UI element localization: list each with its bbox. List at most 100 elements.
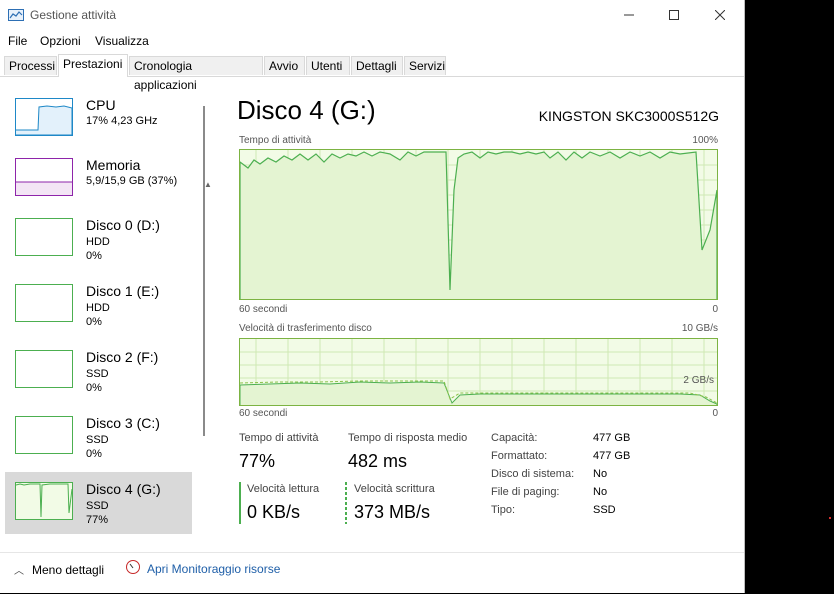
disk-model: KINGSTON SKC3000S512G <box>538 108 719 124</box>
resource-monitor-icon <box>126 560 140 574</box>
read-speed-label: Velocità lettura <box>247 483 320 495</box>
sidebar-item-disk1[interactable]: Disco 1 (E:) HDD 0% <box>5 274 192 336</box>
open-resource-monitor-link[interactable]: Apri Monitoraggio risorse <box>147 562 280 576</box>
scroll-up-arrow-icon[interactable]: ▲ <box>204 180 212 189</box>
tab-performance[interactable]: Prestazioni <box>58 54 128 77</box>
sidebar-item-label: Disco 1 (E:) <box>86 283 160 299</box>
sidebar-item-type: SSD <box>86 368 109 380</box>
prop-type-value: SSD <box>593 504 616 516</box>
disk-thumbnail-graph <box>15 284 73 322</box>
active-time-value: 77% <box>239 451 276 471</box>
sidebar-item-label: Disco 3 (C:) <box>86 415 160 431</box>
resource-monitor-glyph <box>129 563 134 569</box>
sidebar-item-label: CPU <box>86 97 116 113</box>
tab-app-history[interactable]: Cronologia applicazioni <box>129 56 263 92</box>
menu-file[interactable]: File <box>8 34 27 48</box>
chevron-up-icon: ︿ <box>14 566 24 577</box>
sidebar-item-type: HDD <box>86 302 110 314</box>
prop-capacity-value: 477 GB <box>593 432 631 444</box>
menu-view[interactable]: Visualizza <box>95 34 149 48</box>
memory-thumbnail-graph <box>15 158 73 196</box>
task-manager-app-icon <box>8 9 24 21</box>
prop-paging-value: No <box>593 486 608 498</box>
read-speed-value: 0 KB/s <box>247 502 301 522</box>
maximize-button[interactable] <box>651 0 697 30</box>
active-time-label: Tempo di attività <box>239 432 319 444</box>
performance-sidebar: CPU 17% 4,23 GHz Memoria 5,9/15,9 GB (37… <box>5 88 212 540</box>
sidebar-item-label: Memoria <box>86 157 141 173</box>
sidebar-scrollbar[interactable] <box>203 106 205 436</box>
minimize-icon <box>624 14 634 16</box>
write-speed-value: 373 MB/s <box>354 502 431 522</box>
tab-processes[interactable]: Processi <box>4 56 57 75</box>
prop-formatted-key: Formattato: <box>491 450 548 462</box>
write-speed-indicator <box>345 482 347 524</box>
active-time-chart <box>239 149 718 300</box>
fewer-details-label: Meno dettagli <box>32 563 105 577</box>
sidebar-item-cpu[interactable]: CPU 17% 4,23 GHz <box>5 88 192 150</box>
stray-red-dot <box>829 517 831 519</box>
transfer-chart-label: Velocità di trasferimento disco <box>239 323 372 334</box>
tab-startup[interactable]: Avvio <box>264 56 305 75</box>
footer-bar: ︿ Meno dettagli Apri Monitoraggio risorse <box>0 552 744 594</box>
response-time-label: Tempo di risposta medio <box>348 432 468 444</box>
disk-thumbnail-graph <box>15 218 73 256</box>
sidebar-item-detail: 17% 4,23 GHz <box>86 115 158 127</box>
prop-formatted-value: 477 GB <box>593 450 631 462</box>
read-speed-indicator <box>239 482 241 524</box>
active-time-chart-svg <box>240 150 717 299</box>
disk-thumbnail-graph <box>15 416 73 454</box>
sidebar-item-disk4[interactable]: Disco 4 (G:) SSD 77% <box>5 472 192 534</box>
close-icon <box>714 9 726 21</box>
tab-details[interactable]: Dettagli <box>351 56 403 75</box>
sidebar-item-usage: 0% <box>86 448 102 460</box>
sidebar-item-memory[interactable]: Memoria 5,9/15,9 GB (37%) <box>5 148 192 210</box>
prop-system-disk-key: Disco di sistema: <box>491 468 575 480</box>
transfer-chart-max: 10 GB/s <box>681 323 718 334</box>
disk-thumbnail-graph <box>15 350 73 388</box>
transfer-chart-min: 0 <box>712 408 718 419</box>
transfer-rate-chart-svg <box>240 339 717 405</box>
sidebar-item-usage: 0% <box>86 250 102 262</box>
prop-paging-key: File di paging: <box>491 486 560 498</box>
cpu-mini-chart <box>16 105 73 136</box>
write-speed-label: Velocità scrittura <box>354 483 435 495</box>
tab-users[interactable]: Utenti <box>306 56 350 75</box>
active-time-chart-label: Tempo di attività <box>239 135 312 146</box>
sidebar-item-detail: 5,9/15,9 GB (37%) <box>86 175 178 187</box>
cpu-thumbnail-graph <box>15 98 73 136</box>
active-time-chart-xlabel: 60 secondi <box>239 304 288 315</box>
sidebar-item-usage: 77% <box>86 514 109 526</box>
tab-bar: Processi Prestazioni Cronologia applicaz… <box>0 54 744 92</box>
disk-detail-panel: Disco 4 (G:) KINGSTON SKC3000S512G Tempo… <box>230 88 730 538</box>
menu-options[interactable]: Opzioni <box>40 34 81 48</box>
window-title: Gestione attività <box>30 8 117 22</box>
response-time-value: 482 ms <box>348 451 408 471</box>
transfer-rate-chart: 2 GB/s <box>239 338 718 406</box>
sidebar-item-type: SSD <box>86 500 109 512</box>
memory-mini-chart <box>16 181 72 195</box>
fewer-details-button[interactable]: ︿ Meno dettagli <box>14 562 104 577</box>
prop-capacity-key: Capacità: <box>491 432 538 444</box>
disk4-mini-chart <box>15 483 73 518</box>
sidebar-item-label: Disco 0 (D:) <box>86 217 160 233</box>
tab-services[interactable]: Servizi <box>404 56 446 75</box>
sidebar-item-disk2[interactable]: Disco 2 (F:) SSD 0% <box>5 340 192 402</box>
disk-title: Disco 4 (G:) <box>237 95 376 125</box>
minimize-button[interactable] <box>606 0 652 30</box>
transfer-chart-mid: 2 GB/s <box>683 375 714 386</box>
title-bar: Gestione attività <box>0 0 744 30</box>
task-manager-window: Gestione attività File Opzioni Visualizz… <box>0 0 745 593</box>
close-button[interactable] <box>697 0 743 30</box>
maximize-icon <box>669 10 679 20</box>
sidebar-item-type: HDD <box>86 236 110 248</box>
prop-type-key: Tipo: <box>491 504 516 516</box>
sidebar-item-usage: 0% <box>86 316 102 328</box>
prop-system-disk-value: No <box>593 468 608 480</box>
sidebar-item-type: SSD <box>86 434 109 446</box>
sidebar-item-disk0[interactable]: Disco 0 (D:) HDD 0% <box>5 208 192 270</box>
disk-thumbnail-graph <box>15 482 73 520</box>
active-time-chart-max: 100% <box>692 135 718 146</box>
sidebar-item-label: Disco 4 (G:) <box>86 481 161 497</box>
sidebar-item-disk3[interactable]: Disco 3 (C:) SSD 0% <box>5 406 192 468</box>
